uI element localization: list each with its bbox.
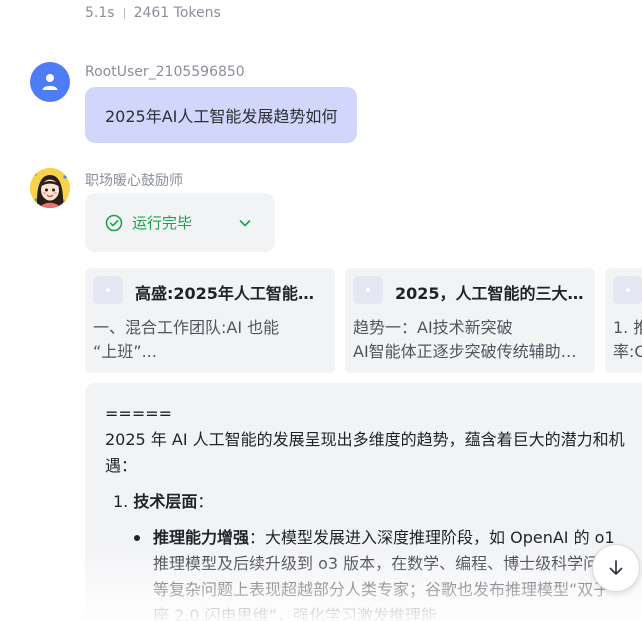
user-avatar[interactable] xyxy=(30,62,70,102)
scroll-to-bottom-button[interactable] xyxy=(592,544,640,592)
user-message-bubble: 2025年AI人工智能发展趋势如何 xyxy=(85,87,358,143)
answer-fade-overlay xyxy=(85,541,642,621)
source-cards: 高盛:2025年人工智能的五大趋势 一、混合工作团队:AI 也能 “上班”...… xyxy=(85,268,642,373)
source-card-title: 高盛:2025年人工智能的五大趋势 xyxy=(135,284,327,303)
source-snippet-line: AI智能体正逐步突破传统辅助角色 xyxy=(353,342,589,361)
source-favicon-icon xyxy=(353,276,383,304)
bot-name: 职场暖心鼓励师 xyxy=(85,173,183,189)
run-status-toggle[interactable]: 运行完毕 xyxy=(85,193,275,252)
bot-avatar[interactable] xyxy=(30,168,70,208)
section-colon: ： xyxy=(197,492,214,511)
section-number: 1. xyxy=(113,492,129,511)
source-card[interactable]: 高盛:2025年人工智能的五大趋势 一、混合工作团队:AI 也能 “上班”... xyxy=(85,268,335,373)
source-snippet-line: 一、混合工作团队:AI 也能 xyxy=(93,318,280,337)
answer-section: 1. 技术层面： xyxy=(105,489,625,515)
user-icon xyxy=(42,74,58,90)
source-snippet-line: 趋势一：AI技术新突破 xyxy=(353,318,513,337)
source-favicon-icon xyxy=(93,276,123,304)
source-card[interactable]: 1. 推 率:C xyxy=(605,268,642,373)
answer-divider: ===== xyxy=(105,404,173,423)
source-snippet-line: “上班”... xyxy=(93,342,157,361)
run-status-label: 运行完毕 xyxy=(132,214,193,232)
source-favicon-icon xyxy=(613,276,642,304)
source-card-title: 2025，人工智能的三大趋势 xyxy=(395,284,587,303)
user-name: RootUser_2105596850 xyxy=(85,64,245,80)
meta-separator xyxy=(123,7,125,19)
source-card-snippet: 1. 推 率:C xyxy=(613,316,642,364)
source-card-snippet: 一、混合工作团队:AI 也能 “上班”... xyxy=(93,316,329,364)
answer-panel: ===== 2025 年 AI 人工智能的发展呈现出多维度的趋势，蕴含着巨大的潜… xyxy=(85,383,642,621)
source-snippet-line: 1. 推 xyxy=(613,318,642,337)
bot-avatar-illustration xyxy=(30,168,70,208)
response-meta: 5.1s 2461 Tokens xyxy=(85,5,221,21)
source-card-snippet: 趋势一：AI技术新突破 AI智能体正逐步突破传统辅助角色 xyxy=(353,316,589,364)
arrow-down-icon xyxy=(609,560,623,575)
token-count: 2461 Tokens xyxy=(133,5,221,21)
source-card[interactable]: 2025，人工智能的三大趋势 趋势一：AI技术新突破 AI智能体正逐步突破传统辅… xyxy=(345,268,595,373)
response-duration: 5.1s xyxy=(85,5,115,21)
chevron-down-icon[interactable] xyxy=(237,215,253,231)
section-title: 技术层面 xyxy=(133,492,198,511)
check-circle-icon xyxy=(105,214,123,231)
answer-intro: 2025 年 AI 人工智能的发展呈现出多维度的趋势，蕴含着巨大的潜力和机遇： xyxy=(105,430,625,475)
source-snippet-line: 率:C xyxy=(613,342,642,361)
